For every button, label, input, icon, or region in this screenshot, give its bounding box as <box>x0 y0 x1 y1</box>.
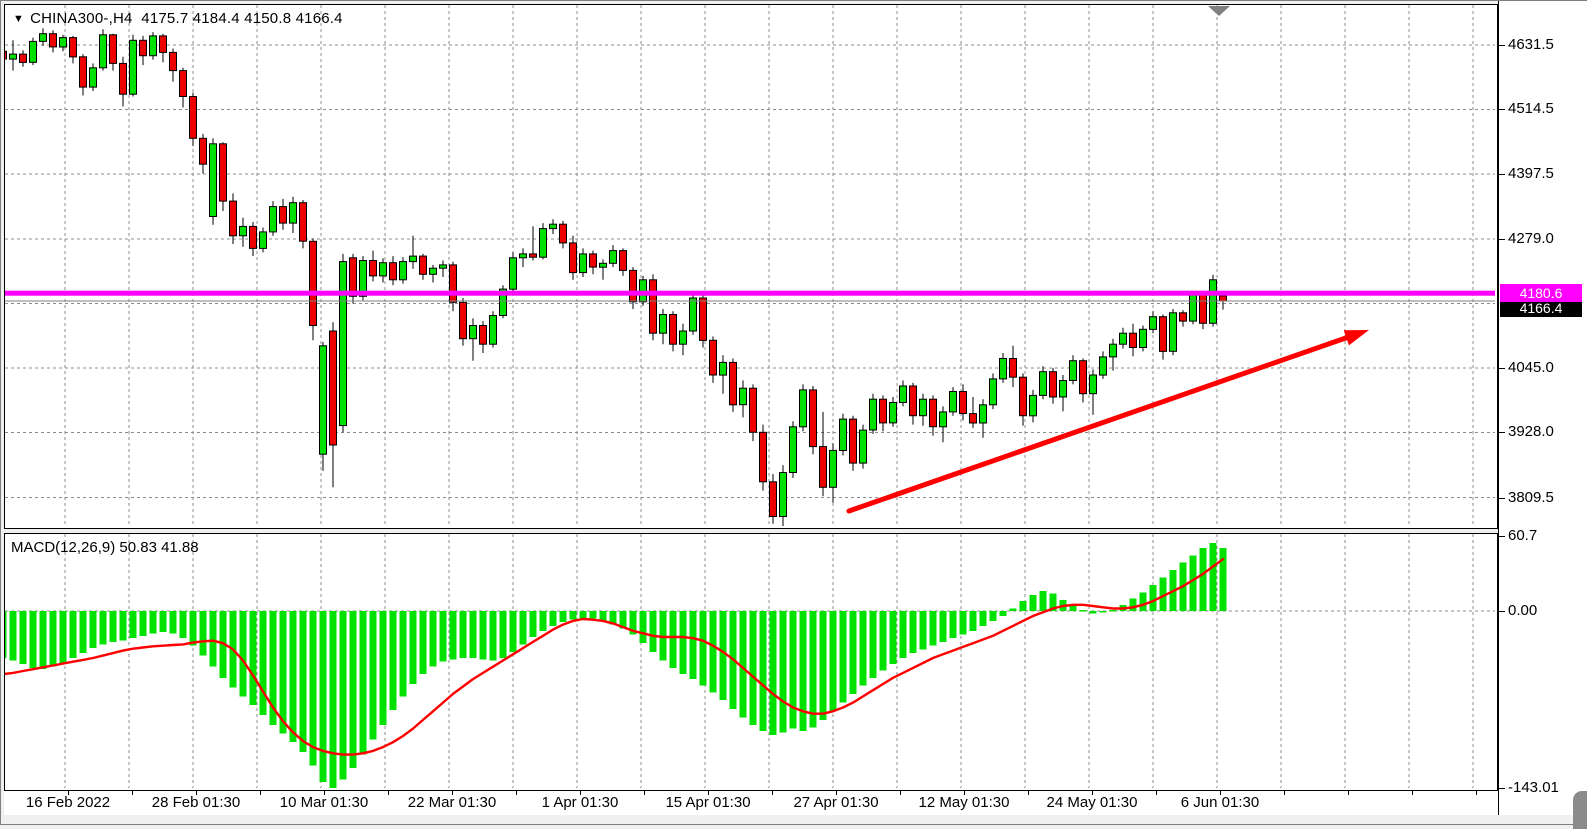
axis-tick <box>1499 239 1505 240</box>
time-tick <box>1284 791 1285 795</box>
price-axis-label: 4397.5 <box>1508 165 1554 183</box>
time-tick <box>1412 791 1413 795</box>
scrollbar-grip[interactable] <box>1573 791 1587 829</box>
time-tick <box>260 791 261 795</box>
time-tick <box>772 791 773 795</box>
price-chart-panel[interactable]: ▼ CHINA300-,H4 4175.7 4184.4 4150.8 4166.… <box>4 4 1498 529</box>
level-price-flag: 4180.6 <box>1500 284 1582 302</box>
axis-tick <box>1499 432 1505 433</box>
chart-shift-marker-icon[interactable] <box>1208 6 1230 16</box>
horizontal-level-line[interactable] <box>5 291 1495 296</box>
price-axis-label: 3928.0 <box>1508 423 1554 441</box>
grid <box>5 5 1495 526</box>
axis-tick <box>1499 368 1505 369</box>
time-axis-label: 27 Apr 01:30 <box>793 794 878 811</box>
time-axis-label: 10 Mar 01:30 <box>280 794 368 811</box>
time-tick <box>900 791 901 795</box>
price-axis-label: 4045.0 <box>1508 359 1554 377</box>
price-axis-label: 3809.5 <box>1508 489 1554 507</box>
axis-tick <box>1499 109 1505 110</box>
price-axis-label: 0.00 <box>1508 602 1537 620</box>
chart-window: ▼ CHINA300-,H4 4175.7 4184.4 4150.8 4166.… <box>0 0 1587 825</box>
macd-values: 50.83 41.88 <box>119 539 198 556</box>
symbol-period-label: CHINA300-,H4 <box>30 10 132 27</box>
time-tick <box>1156 791 1157 795</box>
candles <box>5 28 1227 526</box>
macd-histogram <box>5 543 1227 788</box>
axis-tick <box>1499 788 1505 789</box>
chart-title: ▼ CHINA300-,H4 4175.7 4184.4 4150.8 4166.… <box>13 10 343 27</box>
price-axis-label: 60.7 <box>1508 527 1537 545</box>
time-axis-label: 22 Mar 01:30 <box>408 794 496 811</box>
symbol-dropdown-icon[interactable]: ▼ <box>13 13 24 25</box>
ohlc-readout: 4175.7 4184.4 4150.8 4166.4 <box>141 10 342 27</box>
time-tick <box>644 791 645 795</box>
price-axis-label: 4514.5 <box>1508 100 1554 118</box>
price-axis-label: 4631.5 <box>1508 36 1554 54</box>
macd-chart <box>5 534 1495 788</box>
axis-tick <box>1499 45 1505 46</box>
time-axis-label: 6 Jun 01:30 <box>1181 794 1259 811</box>
time-tick <box>1348 791 1349 795</box>
time-tick <box>516 791 517 795</box>
time-tick <box>1028 791 1029 795</box>
axis-tick <box>1499 611 1505 612</box>
time-axis-label: 28 Feb 01:30 <box>152 794 240 811</box>
axis-tick <box>1499 536 1505 537</box>
price-axis-label: -143.01 <box>1508 779 1559 797</box>
time-tick <box>1476 791 1477 795</box>
axis-tick <box>1499 174 1505 175</box>
time-scale[interactable]: 16 Feb 2022 28 Feb 01:30 10 Mar 01:30 22 Ma… <box>4 791 1498 815</box>
price-scale-separator <box>1498 1 1499 815</box>
time-tick <box>132 791 133 795</box>
time-axis-label: 1 Apr 01:30 <box>542 794 619 811</box>
time-axis-label: 24 May 01:30 <box>1047 794 1138 811</box>
time-axis-label: 15 Apr 01:30 <box>665 794 750 811</box>
candlestick-chart <box>5 5 1495 526</box>
macd-signal-line <box>5 559 1223 754</box>
time-axis-label: 16 Feb 2022 <box>26 794 110 811</box>
time-axis-label: 12 May 01:30 <box>919 794 1010 811</box>
macd-indicator-panel[interactable]: MACD(12,26,9) 50.83 41.88 <box>4 533 1498 791</box>
price-scale[interactable]: 4180.6 4166.4 4631.54514.54397.54279.040… <box>1499 1 1587 815</box>
axis-tick <box>1499 498 1505 499</box>
time-tick <box>388 791 389 795</box>
macd-indicator-label: MACD(12,26,9) 50.83 41.88 <box>11 539 199 556</box>
price-axis-label: 4279.0 <box>1508 230 1554 248</box>
